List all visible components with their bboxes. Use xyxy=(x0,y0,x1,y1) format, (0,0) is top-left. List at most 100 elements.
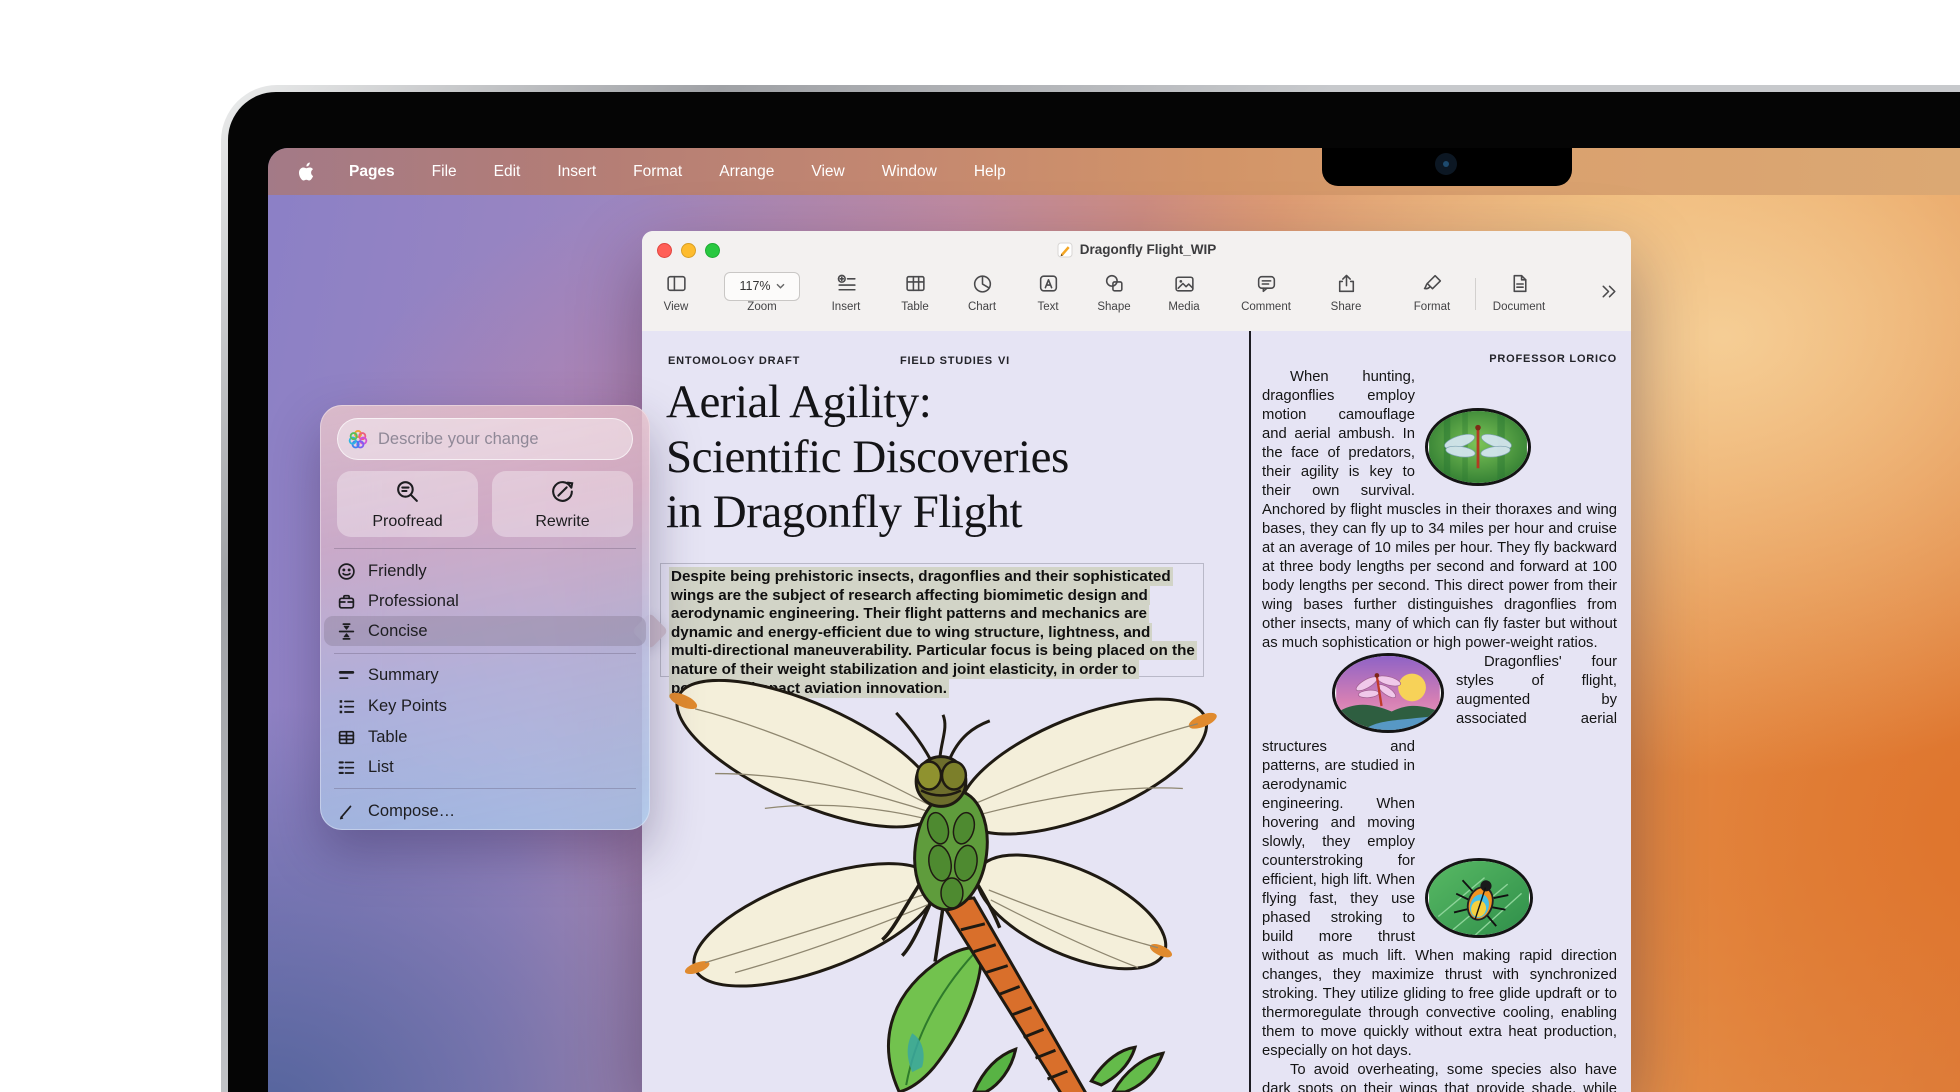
toolbar-label: Share xyxy=(1308,301,1384,313)
toolbar-divider xyxy=(1475,278,1476,310)
writing-tools-option-professional[interactable]: Professional xyxy=(324,586,646,616)
describe-change-field[interactable] xyxy=(337,418,633,460)
writing-tools-option-compose-[interactable]: Compose… xyxy=(324,796,646,826)
writing-tools-option-concise[interactable]: Concise xyxy=(324,616,646,646)
rewrite-button[interactable]: Rewrite xyxy=(492,471,633,537)
zoom-level-value: 117% xyxy=(739,279,770,293)
option-label: Key Points xyxy=(368,697,447,716)
toolbar-text-button[interactable]: Text xyxy=(1010,273,1086,313)
menu-item-insert[interactable]: Insert xyxy=(557,163,596,181)
menu-item-file[interactable]: File xyxy=(432,163,457,181)
menu-item-help[interactable]: Help xyxy=(974,163,1006,181)
toolbar-comment-button[interactable]: Comment xyxy=(1228,273,1304,313)
header-volume-number[interactable]: VI xyxy=(998,355,1010,367)
menu-item-pages[interactable]: Pages xyxy=(349,163,395,181)
writing-tools-option-friendly[interactable]: Friendly xyxy=(324,556,646,586)
writing-tools-panel: Proofread Rewrite Friendly ProfessionalCon… xyxy=(320,405,650,830)
insert-icon xyxy=(835,272,858,300)
inline-image-beetle-photo[interactable] xyxy=(1425,858,1533,938)
title-bar[interactable]: Dragonfly Flight_WIP xyxy=(642,231,1631,268)
article-paragraph-1[interactable]: When hunting, dragonflies employ motion … xyxy=(1262,368,1617,653)
menu-item-edit[interactable]: Edit xyxy=(494,163,521,181)
writing-tools-option-table[interactable]: Table xyxy=(324,722,646,752)
pages-window: Dragonfly Flight_WIP View117%ZoomInsertT… xyxy=(642,231,1631,1092)
share-icon xyxy=(1335,272,1358,300)
window-controls xyxy=(657,243,720,258)
header-field-studies[interactable]: FIELD STUDIES xyxy=(900,355,993,367)
menu-item-format[interactable]: Format xyxy=(633,163,682,181)
article-paragraph-3[interactable]: To avoid overheating, some species also … xyxy=(1262,1061,1617,1092)
inline-image-dragonfly-art[interactable] xyxy=(1332,653,1444,733)
header-entomology-draft[interactable]: ENTOMOLOGY DRAFT xyxy=(668,355,800,367)
toolbar-label: Table xyxy=(877,301,953,313)
toolbar-format-button[interactable]: Format xyxy=(1394,273,1470,313)
summary-icon xyxy=(336,665,356,685)
toolbar: View117%ZoomInsertTableChartTextShapeMed… xyxy=(642,268,1631,331)
selected-paragraph-text[interactable]: Despite being prehistoric insects, drago… xyxy=(669,567,1197,698)
apple-intelligence-icon xyxy=(348,429,368,449)
toolbar-zoom-button[interactable]: 117% Zoom xyxy=(724,273,800,313)
toolbar-label: Shape xyxy=(1076,301,1152,313)
close-button[interactable] xyxy=(657,243,672,258)
button-label: Proofread xyxy=(372,513,442,531)
toolbar-label: Insert xyxy=(808,301,884,313)
beetle-photo-oval xyxy=(1425,858,1533,938)
zoom-level-dropdown[interactable]: 117% xyxy=(724,272,800,301)
minimize-button[interactable] xyxy=(681,243,696,258)
toolbar-document-button[interactable]: Document xyxy=(1481,273,1557,313)
toolbar-label: Chart xyxy=(944,301,1020,313)
option-label: Compose… xyxy=(368,802,455,821)
separator xyxy=(334,653,636,654)
marketing-canvas: Pages File Edit Insert Format Arrange View Wind… xyxy=(0,0,1960,1092)
proofread-button[interactable]: Proofread xyxy=(337,471,478,537)
writing-tools-option-list[interactable]: List xyxy=(324,752,646,782)
writing-tools-option-key-points[interactable]: Key Points xyxy=(324,691,646,721)
writing-tools-option-summary[interactable]: Summary xyxy=(324,660,646,690)
toolbar-media-button[interactable]: Media xyxy=(1146,273,1222,313)
pages-document-icon xyxy=(1057,242,1073,258)
document-headline[interactable]: Aerial Agility: Scientific Discoveries i… xyxy=(666,375,1069,540)
toolbar-chart-button[interactable]: Chart xyxy=(944,273,1020,313)
toolbar-overflow-button[interactable] xyxy=(1590,280,1626,308)
option-label: List xyxy=(368,758,394,777)
window-chrome: Dragonfly Flight_WIP View117%ZoomInsertT… xyxy=(642,231,1631,332)
chevron-down-icon xyxy=(776,283,785,289)
table-grid-icon xyxy=(336,727,356,747)
toolbar-label: Format xyxy=(1394,301,1470,313)
toolbar-label: Zoom xyxy=(724,301,800,313)
headline-line-1: Aerial Agility: xyxy=(666,375,1069,430)
fullscreen-button[interactable] xyxy=(705,243,720,258)
header-professor-lorico[interactable]: PROFESSOR LORICO xyxy=(1262,353,1617,365)
compose-icon xyxy=(336,801,356,821)
inline-image-dragonfly-photo[interactable] xyxy=(1425,408,1531,486)
toolbar-view-button[interactable]: View xyxy=(638,273,714,313)
table-icon xyxy=(904,272,927,300)
format-brush-icon xyxy=(1421,272,1444,300)
menu-item-view[interactable]: View xyxy=(811,163,844,181)
toolbar-share-button[interactable]: Share xyxy=(1308,273,1384,313)
document-canvas[interactable]: ENTOMOLOGY DRAFT FIELD STUDIES VI Aerial… xyxy=(642,331,1631,1092)
menu-item-window[interactable]: Window xyxy=(882,163,937,181)
article-column[interactable]: When hunting, dragonflies employ motion … xyxy=(1262,368,1617,1092)
selected-paragraph-box[interactable]: Despite being prehistoric insects, drago… xyxy=(660,563,1204,677)
toolbar-shape-button[interactable]: Shape xyxy=(1076,273,1152,313)
article-paragraph-2[interactable]: Dragonflies' four styles of flight, augm… xyxy=(1262,653,1617,1061)
list-icon xyxy=(336,757,356,777)
toolbar-table-button[interactable]: Table xyxy=(877,273,953,313)
apple-logo-icon[interactable] xyxy=(298,162,315,182)
chart-pie-icon xyxy=(971,272,994,300)
display-notch xyxy=(1322,148,1572,186)
camera-icon xyxy=(1435,153,1457,175)
key-points-icon xyxy=(336,696,356,716)
separator xyxy=(334,548,636,549)
describe-change-input[interactable] xyxy=(376,429,624,450)
double-chevron-right-icon xyxy=(1597,290,1620,307)
dragonfly-illustration[interactable] xyxy=(644,679,1244,1092)
shape-icon xyxy=(1103,272,1126,300)
document-icon xyxy=(1508,272,1531,300)
menu-item-arrange[interactable]: Arrange xyxy=(719,163,774,181)
option-label: Friendly xyxy=(368,562,427,581)
toolbar-label: View xyxy=(638,301,714,313)
button-label: Rewrite xyxy=(535,513,589,531)
toolbar-insert-button[interactable]: Insert xyxy=(808,273,884,313)
